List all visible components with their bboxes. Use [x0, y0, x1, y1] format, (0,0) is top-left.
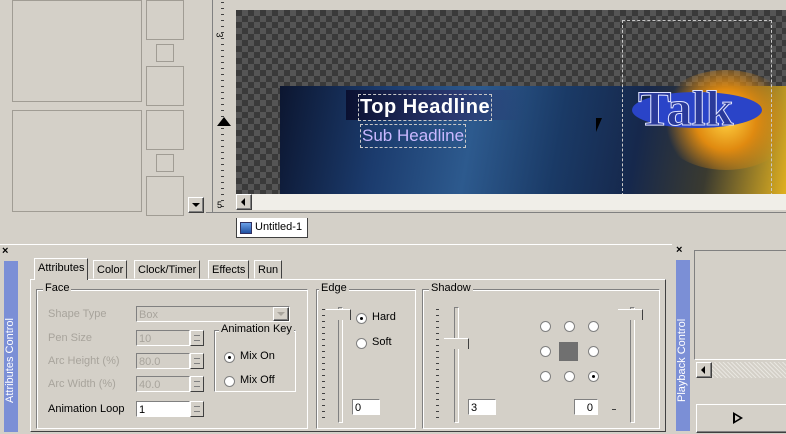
ruler-indent-marker[interactable] — [217, 117, 231, 126]
document-icon — [240, 222, 252, 234]
top-headline-text[interactable]: Top Headline — [357, 94, 493, 121]
sub-headline-text[interactable]: Sub Headline — [359, 124, 467, 148]
thumbnail-cell[interactable] — [146, 110, 184, 150]
edge-slider-track[interactable] — [338, 307, 343, 423]
play-button[interactable] — [696, 404, 786, 433]
pen-size-spinner[interactable] — [190, 330, 204, 346]
animation-loop-field[interactable]: 1 — [136, 401, 190, 417]
edge-slider-thumb[interactable] — [326, 309, 351, 320]
pen-size-label: Pen Size — [48, 332, 93, 344]
soft-label: Soft — [372, 336, 392, 348]
arc-height-spinner[interactable] — [190, 353, 204, 369]
shape-type-label: Shape Type — [48, 308, 107, 320]
hard-label: Hard — [372, 311, 396, 323]
edge-slider-ticks — [322, 309, 325, 419]
shadow-opacity-thumb[interactable] — [618, 309, 643, 320]
arc-height-field[interactable]: 80.0 — [136, 353, 190, 369]
thumbnail-cell[interactable] — [146, 0, 184, 40]
shadow-opacity-track[interactable] — [630, 307, 635, 423]
canvas-horizontal-scrollbar[interactable] — [236, 194, 786, 210]
ruler-mark: 3 — [214, 32, 225, 38]
shadow-size-field[interactable]: 3 — [468, 399, 496, 415]
arc-width-field[interactable]: 40.0 — [136, 376, 190, 392]
left-arrow-icon — [701, 366, 705, 374]
attributes-control-title: Attributes Control — [4, 318, 16, 404]
tab-effects[interactable]: Effects — [208, 260, 250, 279]
tab-run[interactable]: Run — [254, 260, 283, 279]
animation-key-title: Animation Key — [219, 323, 294, 335]
thumbnail-cell[interactable] — [146, 66, 184, 106]
shadow-direction-top-right[interactable] — [588, 321, 599, 332]
shadow-direction-top-left[interactable] — [540, 321, 551, 332]
panel-close-button[interactable]: × — [2, 245, 8, 257]
scroll-down-button[interactable] — [188, 197, 204, 213]
shadow-offset-value: 0 — [586, 402, 593, 414]
logo-text[interactable]: Talk — [637, 82, 733, 135]
thumbnail-panel — [0, 0, 206, 231]
edge-value-field[interactable]: 0 — [352, 399, 380, 415]
playback-close-button[interactable]: × — [676, 244, 682, 256]
shadow-direction-bottom-right[interactable] — [588, 371, 599, 382]
mix-off-radio[interactable] — [224, 376, 235, 387]
playback-preview — [694, 250, 786, 360]
shape-type-select[interactable]: Box — [136, 306, 290, 322]
attributes-panel: × Attributes Control Attributes Color Cl… — [0, 244, 672, 434]
shadow-direction-right[interactable] — [588, 346, 599, 357]
tab-clock-timer[interactable]: Clock/Timer — [134, 260, 201, 279]
arc-height-label: Arc Height (%) — [48, 355, 120, 367]
chevron-down-icon — [277, 312, 285, 316]
vertical-ruler: 3 5 — [212, 0, 235, 220]
shadow-opacity-min-mark — [612, 409, 616, 410]
down-arrow-icon — [192, 203, 200, 207]
shadow-group-title: Shadow — [429, 282, 473, 294]
animation-loop-spinner[interactable] — [190, 401, 204, 417]
face-group-title: Face — [43, 282, 72, 294]
mix-on-radio[interactable] — [224, 352, 235, 363]
shadow-direction-top[interactable] — [564, 321, 575, 332]
document-tab[interactable]: Untitled-1 — [236, 218, 308, 238]
mix-on-label: Mix On — [240, 350, 275, 362]
dropdown-button[interactable] — [273, 307, 289, 321]
shadow-size-thumb[interactable] — [444, 338, 469, 349]
shadow-direction-bottom[interactable] — [564, 371, 575, 382]
playback-control-title: Playback Control — [676, 318, 688, 402]
playback-scroll-left-button[interactable] — [696, 362, 712, 378]
scroll-left-button[interactable] — [236, 194, 252, 210]
playback-control-sidebar: Playback Control — [676, 260, 690, 431]
preview-canvas[interactable]: Top Headline Sub Headline Talk — [236, 10, 786, 194]
thumbnail-cell[interactable] — [156, 44, 174, 62]
thumbnail-cell[interactable] — [156, 154, 174, 172]
shadow-size-ticks — [436, 309, 439, 419]
mouse-cursor-icon — [596, 118, 602, 132]
thumbnail-cell[interactable] — [12, 110, 142, 212]
left-arrow-icon — [241, 198, 245, 206]
shape-type-value: Box — [139, 309, 158, 321]
tab-attributes[interactable]: Attributes — [34, 258, 89, 280]
mix-off-label: Mix Off — [240, 374, 275, 386]
arc-width-spinner[interactable] — [190, 376, 204, 392]
shadow-offset-field[interactable]: 0 — [574, 399, 598, 415]
playback-scrollbar[interactable] — [696, 362, 786, 378]
shadow-direction-bottom-left[interactable] — [540, 371, 551, 382]
shadow-size-track[interactable] — [454, 307, 459, 423]
arc-width-label: Arc Width (%) — [48, 378, 116, 390]
thumbnail-cell[interactable] — [146, 176, 184, 216]
pen-size-field[interactable]: 10 — [136, 330, 190, 346]
soft-radio[interactable] — [356, 338, 367, 349]
playback-panel: × Playback Control — [672, 244, 786, 433]
edge-group-title: Edge — [319, 282, 349, 294]
shadow-color-swatch[interactable] — [559, 342, 578, 361]
attributes-control-sidebar: Attributes Control — [4, 261, 18, 432]
ruler-mark: 5 — [217, 200, 223, 210]
hard-radio[interactable] — [356, 313, 367, 324]
tab-color[interactable]: Color — [93, 260, 128, 279]
thumbnail-cell[interactable] — [12, 0, 142, 102]
animation-loop-label: Animation Loop — [48, 403, 125, 415]
document-tab-label: Untitled-1 — [255, 221, 303, 233]
shadow-direction-left[interactable] — [540, 346, 551, 357]
